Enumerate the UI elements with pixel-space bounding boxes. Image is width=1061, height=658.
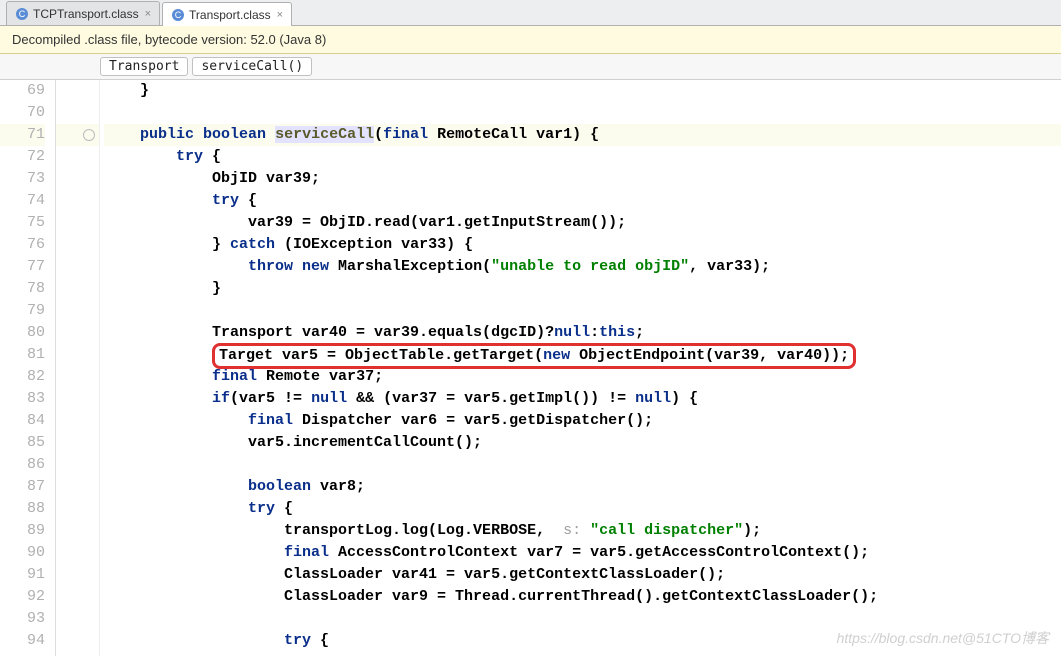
code-line[interactable]: } (104, 278, 1061, 300)
code-line[interactable]: boolean var8; (104, 476, 1061, 498)
line-number: 92 (0, 586, 45, 608)
breadcrumb-bar: Transport serviceCall() (0, 54, 1061, 80)
line-number: 73 (0, 168, 45, 190)
tab-transport[interactable]: C Transport.class × (162, 2, 292, 26)
line-number: 77 (0, 256, 45, 278)
line-number: 83 (0, 388, 45, 410)
gutter-marks (56, 80, 100, 656)
code-line[interactable]: var39 = ObjID.read(var1.getInputStream()… (104, 212, 1061, 234)
code-line[interactable]: final AccessControlContext var7 = var5.g… (104, 542, 1061, 564)
line-number: 93 (0, 608, 45, 630)
banner-text: Decompiled .class file, bytecode version… (12, 32, 326, 47)
line-number: 85 (0, 432, 45, 454)
code-line[interactable] (104, 102, 1061, 124)
code-line[interactable]: ClassLoader var9 = Thread.currentThread(… (104, 586, 1061, 608)
line-number: 69 (0, 80, 45, 102)
code-line[interactable]: } catch (IOException var33) { (104, 234, 1061, 256)
line-number: 76 (0, 234, 45, 256)
close-icon[interactable]: × (145, 8, 151, 20)
line-number: 86 (0, 454, 45, 476)
line-number: 82 (0, 366, 45, 388)
code-line[interactable]: final Dispatcher var6 = var5.getDispatch… (104, 410, 1061, 432)
code-line[interactable] (104, 454, 1061, 476)
code-line[interactable]: try { (104, 498, 1061, 520)
code-line[interactable] (104, 608, 1061, 630)
code-line[interactable]: try { (104, 190, 1061, 212)
breadcrumb-method[interactable]: serviceCall() (192, 57, 312, 76)
line-number: 78 (0, 278, 45, 300)
close-icon[interactable]: × (277, 9, 283, 21)
line-number: 94 (0, 630, 45, 652)
decompile-banner: Decompiled .class file, bytecode version… (0, 26, 1061, 54)
override-gutter-icon[interactable] (56, 124, 99, 146)
tab-tcptransport[interactable]: C TCPTransport.class × (6, 1, 160, 25)
svg-text:C: C (175, 10, 182, 20)
class-icon: C (15, 7, 29, 21)
line-number: 84 (0, 410, 45, 432)
code-line[interactable]: final Remote var37; (104, 366, 1061, 388)
line-number: 90 (0, 542, 45, 564)
code-line[interactable]: Target var5 = ObjectTable.getTarget(new … (104, 344, 1061, 366)
line-number: 80 (0, 322, 45, 344)
code-line[interactable]: try { (104, 630, 1061, 652)
line-number: 91 (0, 564, 45, 586)
code-editor[interactable]: 6970717273747576777879808182838485868788… (0, 80, 1061, 656)
line-number: 79 (0, 300, 45, 322)
code-line[interactable]: ClassLoader var41 = var5.getContextClass… (104, 564, 1061, 586)
code-line[interactable]: transportLog.log(Log.VERBOSE, s: "call d… (104, 520, 1061, 542)
code-line[interactable]: throw new MarshalException("unable to re… (104, 256, 1061, 278)
line-number: 75 (0, 212, 45, 234)
editor-tab-bar: C TCPTransport.class × C Transport.class… (0, 0, 1061, 26)
code-line[interactable]: public boolean serviceCall(final RemoteC… (104, 124, 1061, 146)
tab-label: Transport.class (189, 8, 271, 22)
code-line[interactable]: try { (104, 146, 1061, 168)
svg-text:C: C (19, 9, 26, 19)
code-line[interactable]: if(var5 != null && (var37 = var5.getImpl… (104, 388, 1061, 410)
class-icon: C (171, 8, 185, 22)
line-number: 87 (0, 476, 45, 498)
line-number: 89 (0, 520, 45, 542)
line-number: 72 (0, 146, 45, 168)
code-line[interactable]: Transport var40 = var39.equals(dgcID)?nu… (104, 322, 1061, 344)
code-line[interactable]: var5.incrementCallCount(); (104, 432, 1061, 454)
tab-label: TCPTransport.class (33, 7, 139, 21)
line-number: 74 (0, 190, 45, 212)
code-line[interactable]: ObjID var39; (104, 168, 1061, 190)
line-number: 71 (0, 124, 45, 146)
code-line[interactable]: } (104, 80, 1061, 102)
line-number-gutter: 6970717273747576777879808182838485868788… (0, 80, 56, 656)
line-number: 88 (0, 498, 45, 520)
code-content[interactable]: } public boolean serviceCall(final Remot… (100, 80, 1061, 656)
code-line[interactable] (104, 300, 1061, 322)
line-number: 70 (0, 102, 45, 124)
breadcrumb-class[interactable]: Transport (100, 57, 188, 76)
line-number: 81 (0, 344, 45, 366)
